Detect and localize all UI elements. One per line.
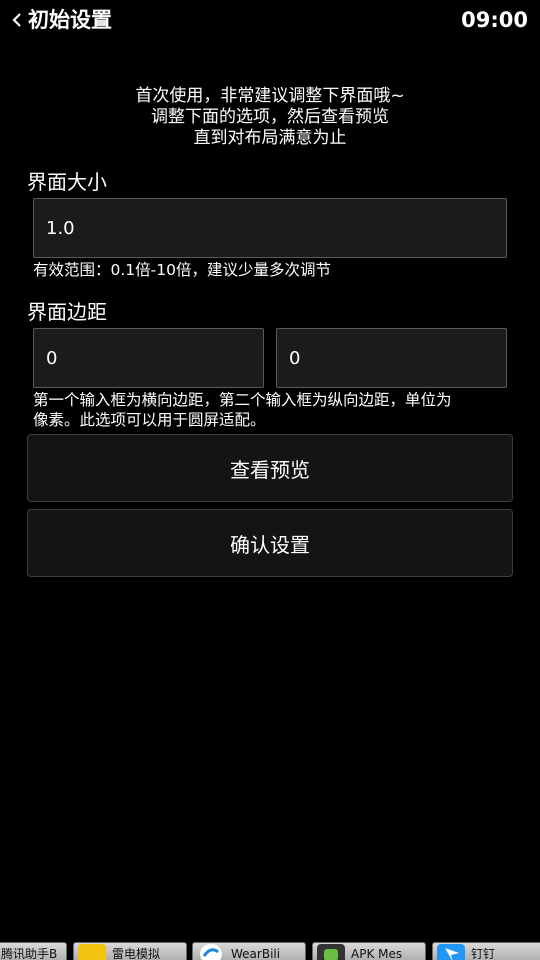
app-bar: 初始设置 09:00	[0, 0, 540, 42]
taskbar-item-label: WearBili	[231, 947, 281, 960]
preview-button-label: 查看预览	[230, 457, 310, 482]
wearbili-icon	[200, 944, 222, 960]
back-arrow-icon[interactable]	[10, 9, 24, 31]
vertical-margin-input[interactable]	[276, 328, 507, 388]
horizontal-margin-input[interactable]	[33, 328, 264, 388]
dingtalk-icon	[437, 944, 465, 960]
taskbar-item[interactable]: WearBili	[192, 942, 306, 960]
intro-line: 首次使用，非常建议调整下界面哦~	[135, 86, 405, 106]
thunder-emulator-icon	[78, 944, 106, 960]
ui-margin-hint: 第一个输入框为横向边距，第二个输入框为纵向边距，单位为 像素。此选项可以用于圆屏…	[33, 390, 452, 430]
taskbar-item-label: 腾讯助手B	[1, 947, 58, 960]
ui-margin-label: 界面边距	[27, 300, 107, 324]
taskbar-item-label: 雷电模拟	[112, 947, 161, 960]
preview-button[interactable]: 查看预览	[27, 434, 513, 502]
ui-scale-input[interactable]	[33, 198, 507, 258]
confirm-settings-button[interactable]: 确认设置	[27, 509, 513, 577]
taskbar: 腾讯助手B 雷电模拟 WearBili APK Mes 钉钉	[0, 942, 540, 960]
taskbar-item[interactable]: APK Mes	[312, 942, 426, 960]
intro-text: 首次使用，非常建议调整下界面哦~ 调整下面的选项，然后查看预览 直到对布局满意为…	[0, 86, 540, 149]
confirm-button-label: 确认设置	[230, 532, 310, 557]
page-title: 初始设置	[28, 8, 112, 32]
android-icon	[317, 944, 345, 960]
taskbar-item[interactable]: 钉钉	[432, 942, 540, 960]
intro-line: 直到对布局满意为止	[193, 128, 347, 148]
taskbar-item-label: APK Mes	[351, 947, 403, 960]
intro-line: 调整下面的选项，然后查看预览	[151, 107, 389, 127]
ui-scale-hint: 有效范围：0.1倍-10倍，建议少量多次调节	[33, 261, 331, 279]
taskbar-item[interactable]: 雷电模拟	[73, 942, 187, 960]
hint-line: 像素。此选项可以用于圆屏适配。	[33, 411, 266, 429]
hint-line: 第一个输入框为横向边距，第二个输入框为纵向边距，单位为	[33, 391, 452, 409]
taskbar-item[interactable]: 腾讯助手B	[0, 942, 67, 960]
ui-scale-label: 界面大小	[27, 170, 107, 194]
taskbar-item-label: 钉钉	[471, 947, 496, 960]
status-time: 09:00	[461, 8, 528, 32]
